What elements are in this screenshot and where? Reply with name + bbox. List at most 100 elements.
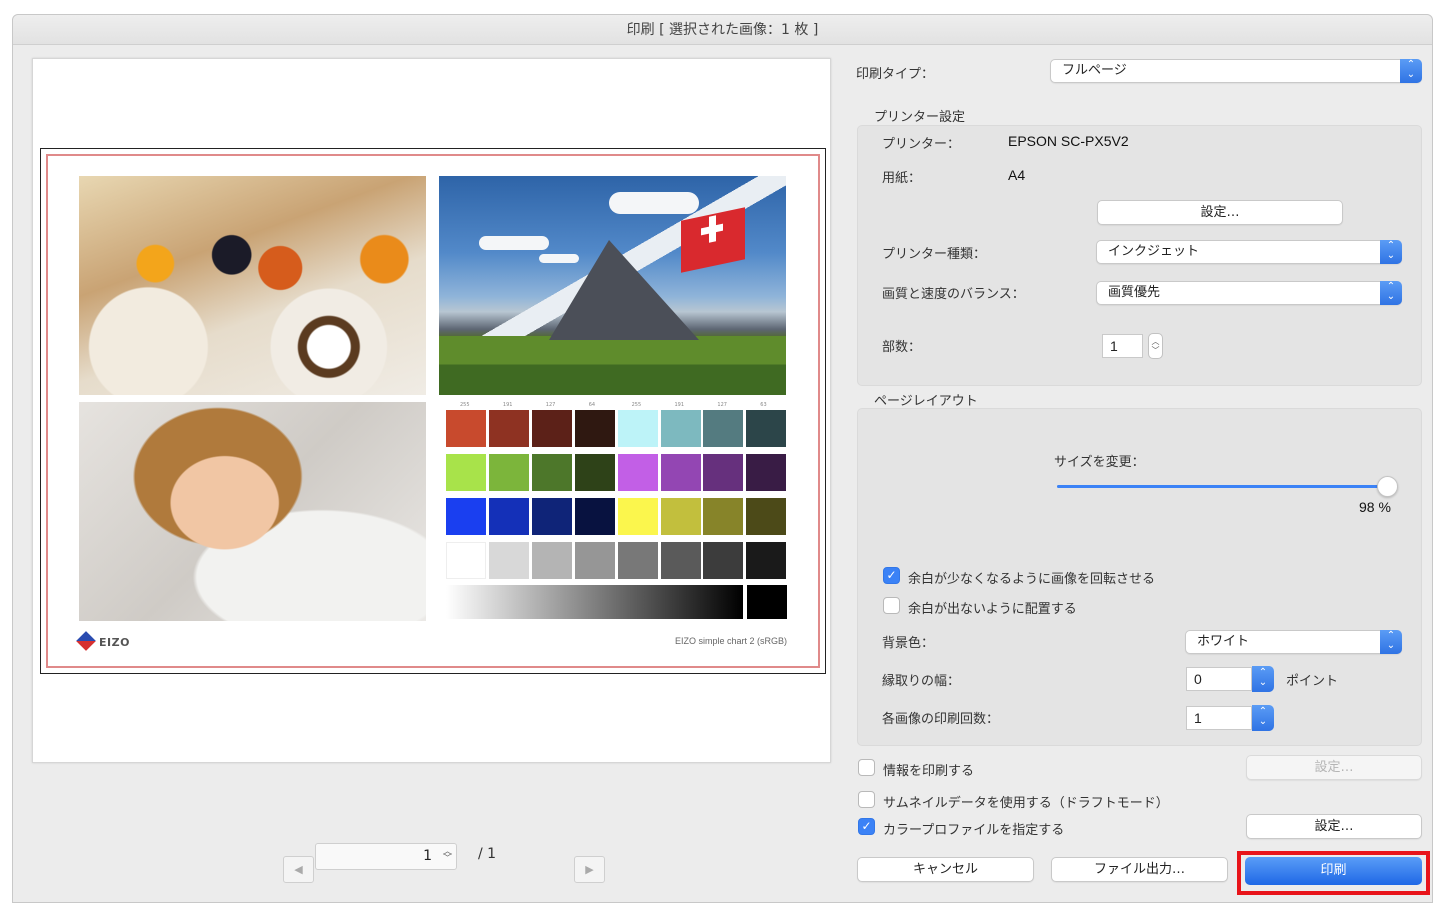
color-swatch	[703, 410, 744, 447]
border-width-field[interactable]: 0	[1186, 667, 1252, 691]
printer-value: EPSON SC-PX5V2	[1008, 133, 1129, 149]
border-unit-label: ポイント	[1286, 674, 1339, 689]
color-swatch	[746, 498, 787, 535]
color-swatch	[746, 454, 787, 491]
printer-type-popup[interactable]: インクジェット ⌃ ⌄	[1096, 240, 1402, 264]
color-swatch	[703, 542, 744, 579]
color-swatch	[660, 542, 701, 579]
color-profile-label: カラープロファイルを指定する	[883, 823, 1065, 838]
color-swatch	[488, 542, 529, 579]
color-swatch	[617, 410, 658, 447]
chevron-updown-icon: ⌃ ⌄	[1380, 630, 1402, 654]
page-total: / 1	[478, 846, 497, 862]
gray-gradient-bar	[446, 585, 743, 619]
eizo-logo: EIZO	[76, 631, 130, 651]
print-type-label: 印刷タイプ：	[856, 67, 935, 82]
quality-popup[interactable]: 画質優先 ⌃ ⌄	[1096, 281, 1402, 305]
background-popup[interactable]: ホワイト ⌃ ⌄	[1185, 630, 1402, 654]
chevron-updown-icon: ⌃ ⌄	[1380, 281, 1402, 305]
preview-page-margin: 255 191 127 64 255 191 127 63 EIZO EIZO simple …	[46, 154, 820, 668]
color-swatch	[617, 454, 658, 491]
stepper-icon[interactable]: ︿ ﹀	[441, 848, 452, 864]
export-file-button[interactable]: ファイル出力…	[1051, 857, 1228, 882]
color-swatch	[574, 542, 615, 579]
background-label: 背景色：	[882, 636, 935, 651]
thumbnail-label: サムネイルデータを使用する（ドラフトモード）	[883, 796, 1169, 811]
color-swatch	[660, 454, 701, 491]
color-swatch	[446, 498, 486, 535]
color-swatch	[660, 498, 701, 535]
mountain-photo	[439, 176, 786, 395]
color-swatch	[574, 410, 615, 447]
paper-value: A4	[1008, 167, 1026, 183]
chevron-updown-icon: ⌃ ⌄	[1400, 59, 1422, 83]
chart-scale-label: 64	[588, 402, 596, 408]
print-count-field[interactable]: 1	[1186, 706, 1252, 730]
color-swatch	[531, 498, 572, 535]
color-swatch	[531, 542, 572, 579]
copies-stepper[interactable]: ︿ ﹀	[1148, 333, 1163, 359]
print-button[interactable]: 印刷	[1245, 857, 1422, 885]
no-margin-checkbox[interactable]	[883, 597, 900, 614]
color-swatch	[703, 454, 744, 491]
thumbnail-checkbox[interactable]	[858, 791, 875, 808]
copies-field[interactable]: 1	[1102, 334, 1143, 358]
copies-label: 部数：	[882, 340, 922, 355]
chart-scale-label: 63	[760, 402, 767, 408]
chevron-updown-icon: ⌃ ⌄	[1380, 240, 1402, 264]
color-swatch	[531, 454, 572, 491]
color-swatch	[746, 410, 787, 447]
color-swatch	[574, 454, 615, 491]
preview-page: 255 191 127 64 255 191 127 63 EIZO EIZO simple …	[40, 148, 826, 674]
color-swatch	[617, 498, 658, 535]
print-type-popup[interactable]: フルページ ⌃ ⌄	[1050, 59, 1422, 83]
print-info-settings-button[interactable]: 設定…	[1246, 755, 1422, 780]
rotate-label: 余白が少なくなるように画像を回転させる	[908, 572, 1156, 587]
resize-label: サイズを変更：	[1054, 455, 1145, 470]
color-swatch	[746, 542, 787, 579]
food-photo	[79, 176, 426, 395]
page-layout-heading: ページレイアウト	[874, 394, 978, 409]
color-chart: 255 191 127 64 255 191 127 63	[439, 402, 787, 621]
color-swatch	[660, 410, 701, 447]
color-swatch	[703, 498, 744, 535]
quality-label: 画質と速度のバランス：	[882, 287, 1025, 302]
chart-scale-label: 191	[674, 402, 685, 408]
color-swatch	[446, 410, 486, 447]
color-profile-checkbox[interactable]: ✓	[858, 818, 875, 835]
color-swatch	[617, 542, 658, 579]
black-patch	[747, 585, 787, 619]
printer-settings-button[interactable]: 設定…	[1097, 200, 1343, 225]
print-count-stepper[interactable]: ⌃ ⌄	[1252, 705, 1274, 731]
chart-caption: EIZO simple chart 2 (sRGB)	[674, 636, 787, 646]
color-swatch	[488, 498, 529, 535]
printer-settings-heading: プリンター設定	[874, 110, 966, 125]
triangle-left-icon: ◀	[294, 863, 303, 876]
print-info-label: 情報を印刷する	[883, 764, 975, 779]
resize-slider[interactable]	[1057, 476, 1399, 497]
color-swatch	[574, 498, 615, 535]
color-profile-settings-button[interactable]: 設定…	[1246, 814, 1422, 839]
color-swatch	[488, 410, 529, 447]
no-margin-label: 余白が出ないように配置する	[908, 602, 1077, 617]
border-width-stepper[interactable]: ⌃ ⌄	[1252, 666, 1274, 692]
paper-label: 用紙：	[882, 171, 922, 186]
previous-page-button[interactable]: ◀	[283, 856, 314, 883]
window-title: 印刷 [ 選択された画像：1 枚 ]	[13, 15, 1432, 45]
cancel-button[interactable]: キャンセル	[857, 857, 1034, 882]
chart-scale-label: 191	[502, 402, 513, 408]
chart-scale-label: 255	[460, 402, 470, 408]
chart-scale-label: 127	[545, 402, 556, 408]
print-info-checkbox[interactable]	[858, 759, 875, 776]
color-swatch	[446, 542, 486, 579]
rotate-checkbox[interactable]: ✓	[883, 567, 900, 584]
border-width-label: 縁取りの幅：	[882, 674, 961, 689]
page-number-field[interactable]: 1 ︿ ﹀	[315, 843, 457, 870]
next-page-button[interactable]: ▶	[574, 856, 605, 883]
printer-type-label: プリンター種類：	[882, 247, 987, 262]
print-count-label: 各画像の印刷回数：	[882, 712, 1000, 727]
resize-value: 98 %	[1359, 499, 1391, 515]
color-swatch	[531, 410, 572, 447]
chart-scale-label: 255	[631, 402, 642, 408]
resize-slider-fill	[1057, 485, 1388, 488]
